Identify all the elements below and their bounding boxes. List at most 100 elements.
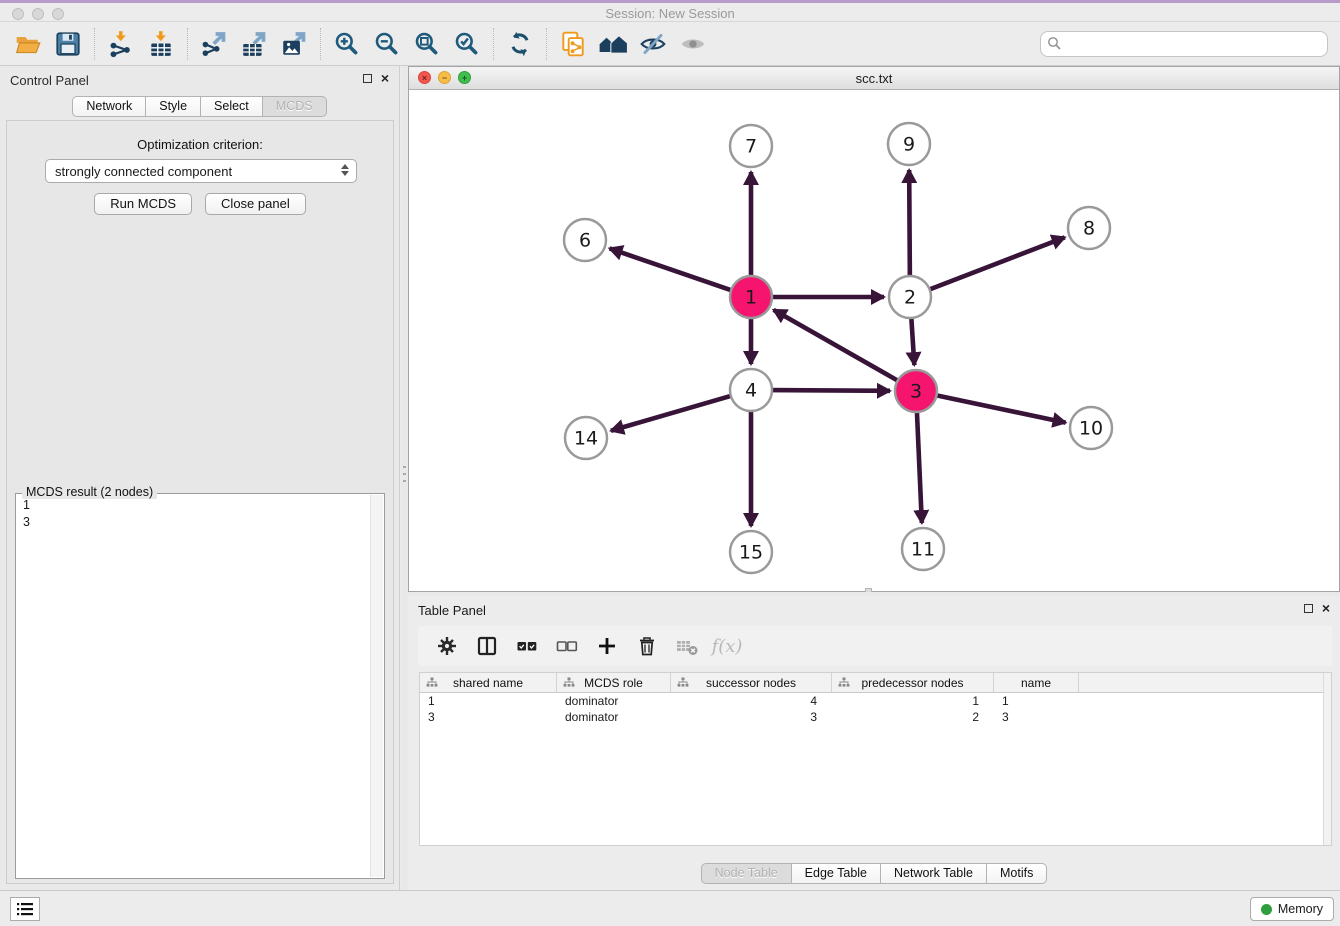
window-titlebar: Session: New Session [0,0,1340,22]
graph-edge-1-6[interactable] [610,248,734,291]
search-input[interactable] [1040,31,1328,57]
graph-node-label: 15 [739,542,763,564]
show-all-button[interactable] [673,26,713,62]
graph-edge-2-9[interactable] [909,170,910,279]
trash-icon [636,635,658,657]
export-network-icon [200,30,228,58]
export-table-button[interactable] [234,26,274,62]
column-header-name[interactable]: name [994,673,1079,692]
optimization-criterion-label: Optimization criterion: [7,137,393,152]
result-scrollbar[interactable] [370,495,383,877]
table-cell[interactable]: 1 [420,694,557,708]
tab-network[interactable]: Network [72,96,146,117]
table-cell[interactable]: 1 [832,694,994,708]
float-panel-icon[interactable] [363,74,372,83]
close-panel-icon[interactable]: × [381,73,389,83]
delete-column-button[interactable] [634,633,660,659]
tab-network-table[interactable]: Network Table [881,863,987,884]
import-table-button[interactable] [141,26,181,62]
graph-edge-4-14[interactable] [611,395,734,431]
zoom-fit-button[interactable] [407,26,447,62]
table-panel-title: Table Panel [418,603,486,618]
run-mcds-button[interactable]: Run MCDS [94,193,192,215]
table-settings-button[interactable] [434,633,460,659]
clone-network-button[interactable] [553,26,593,62]
graph-edge-3-10[interactable] [934,395,1066,423]
zoom-in-button[interactable] [327,26,367,62]
refresh-icon [506,30,534,58]
table-row[interactable]: 1dominator411 [420,693,1331,709]
table-panel-header: Table Panel × [408,596,1340,622]
network-graph[interactable]: 7968124314101511 [409,90,1339,591]
memory-button[interactable]: Memory [1250,897,1334,921]
tab-mcds[interactable]: MCDS [263,96,327,117]
open-session-button[interactable] [8,26,48,62]
export-image-button[interactable] [274,26,314,62]
add-column-button[interactable] [594,633,620,659]
show-columns-button[interactable] [474,633,500,659]
graph-node-label: 1 [745,287,757,309]
refresh-button[interactable] [500,26,540,62]
task-history-button[interactable] [10,897,40,921]
window-title: Session: New Session [0,6,1340,21]
save-disk-icon [54,30,82,58]
table-cell[interactable]: 2 [832,710,994,724]
close-table-panel-icon[interactable]: × [1322,603,1330,613]
graph-node-label: 9 [903,134,915,156]
column-header-MCDS-role[interactable]: MCDS role [557,673,671,692]
table-scrollbar[interactable] [1323,673,1331,845]
clone-network-icon [559,30,587,58]
toolbar-separator [320,28,321,60]
table-cell[interactable]: dominator [557,694,671,708]
hierarchy-icon [838,677,850,688]
graph-node-label: 3 [910,381,922,403]
vertical-splitter[interactable] [401,66,408,890]
list-icon [16,901,34,917]
import-network-button[interactable] [101,26,141,62]
table-cell[interactable]: 3 [671,710,832,724]
tab-edge-table[interactable]: Edge Table [792,863,881,884]
column-header-label: name [1021,676,1051,690]
float-table-panel-icon[interactable] [1304,604,1313,613]
graph-edge-4-3[interactable] [769,390,890,391]
memory-indicator [1261,904,1272,915]
column-header-successor-nodes[interactable]: successor nodes [671,673,832,692]
zoom-selected-button[interactable] [447,26,487,62]
toolbar-separator [94,28,95,60]
deselect-all-icon [555,635,579,657]
main-area: Control Panel × NetworkStyleSelectMCDS O… [0,66,1340,890]
select-all-button[interactable] [514,633,540,659]
mcds-result-line: 1 [23,497,368,514]
graph-edge-3-1[interactable] [774,310,901,382]
save-session-button[interactable] [48,26,88,62]
hide-selected-button[interactable] [633,26,673,62]
export-network-button[interactable] [194,26,234,62]
tab-motifs[interactable]: Motifs [987,863,1047,884]
deselect-all-button[interactable] [554,633,580,659]
column-header-predecessor-nodes[interactable]: predecessor nodes [832,673,994,692]
graph-edge-2-8[interactable] [927,237,1065,290]
tab-style[interactable]: Style [146,96,201,117]
table-cell[interactable]: 4 [671,694,832,708]
graph-edge-3-11[interactable] [917,409,922,523]
control-panel-tabs: NetworkStyleSelectMCDS [0,96,399,117]
graph-node-label: 11 [911,539,935,561]
graph-node-label: 10 [1079,418,1103,440]
tab-node-table[interactable]: Node Table [701,863,792,884]
first-neighbors-button[interactable] [593,26,633,62]
table-cell[interactable]: 3 [994,710,1079,724]
optimization-criterion-select[interactable]: strongly connected component [45,159,357,183]
column-header-shared-name[interactable]: shared name [420,673,557,692]
table-cell[interactable]: 3 [420,710,557,724]
table-cell[interactable]: dominator [557,710,671,724]
table-row[interactable]: 3dominator323 [420,709,1331,725]
graph-edge-2-3[interactable] [911,315,914,365]
table-panel: Table Panel × [408,596,1340,890]
close-panel-button[interactable]: Close panel [205,193,306,215]
table-cell[interactable]: 1 [994,694,1079,708]
control-panel-title: Control Panel [10,73,89,88]
status-bar: Memory [0,890,1340,926]
tab-select[interactable]: Select [201,96,263,117]
zoom-out-button[interactable] [367,26,407,62]
select-all-icon [515,635,539,657]
